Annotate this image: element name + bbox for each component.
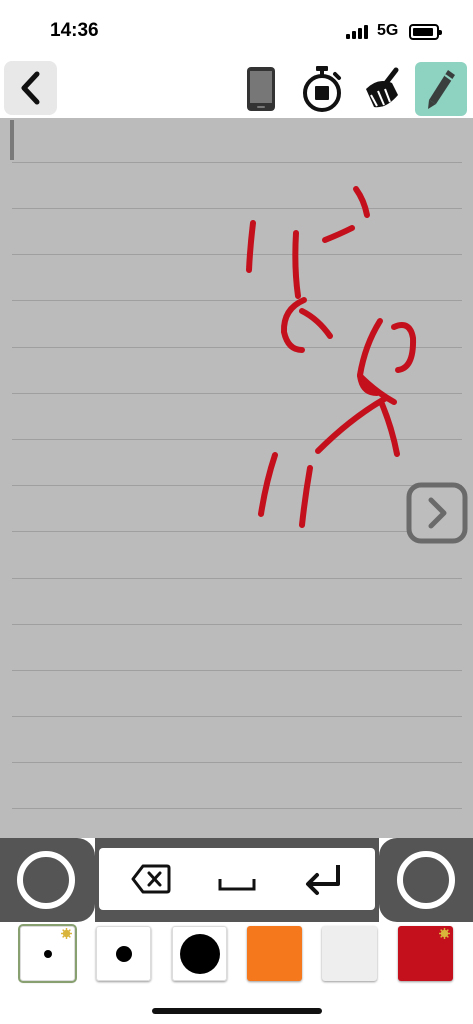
ink-stroke — [322, 225, 355, 243]
color-swatch[interactable] — [247, 926, 302, 981]
color-swatch[interactable] — [322, 926, 377, 981]
ink-stroke — [292, 230, 301, 299]
right-pad[interactable] — [379, 838, 473, 922]
ink-stroke — [353, 186, 370, 218]
ink-stroke — [246, 220, 256, 273]
pen-dot-icon — [115, 945, 132, 962]
return-key[interactable] — [293, 854, 353, 904]
pen-size-medium-button[interactable] — [96, 926, 151, 981]
left-ring-icon — [17, 851, 75, 909]
return-icon — [306, 865, 340, 895]
right-ring-icon — [397, 851, 455, 909]
left-pad[interactable] — [0, 838, 95, 922]
ink-stroke — [379, 401, 400, 457]
pen-size-small-button[interactable] — [18, 924, 77, 983]
pen-size-large-button[interactable] — [172, 926, 227, 981]
ink-stroke — [315, 395, 389, 454]
color-swatch[interactable] — [398, 926, 453, 981]
next-page-button[interactable] — [406, 482, 468, 544]
home-indicator — [152, 1008, 322, 1014]
space-key[interactable] — [207, 854, 267, 904]
pen-dot-icon — [43, 949, 52, 958]
space-icon — [218, 879, 256, 891]
backspace-icon — [131, 864, 171, 894]
backspace-key[interactable] — [121, 854, 181, 904]
ink-stroke — [299, 308, 333, 339]
ink-stroke — [258, 452, 278, 517]
pen-dot-icon — [179, 933, 220, 974]
ink-stroke — [391, 322, 417, 373]
chevron-right-icon — [406, 482, 468, 544]
ink-stroke — [299, 465, 313, 528]
keyboard-keys — [99, 848, 375, 910]
ink-stroke — [280, 297, 307, 353]
